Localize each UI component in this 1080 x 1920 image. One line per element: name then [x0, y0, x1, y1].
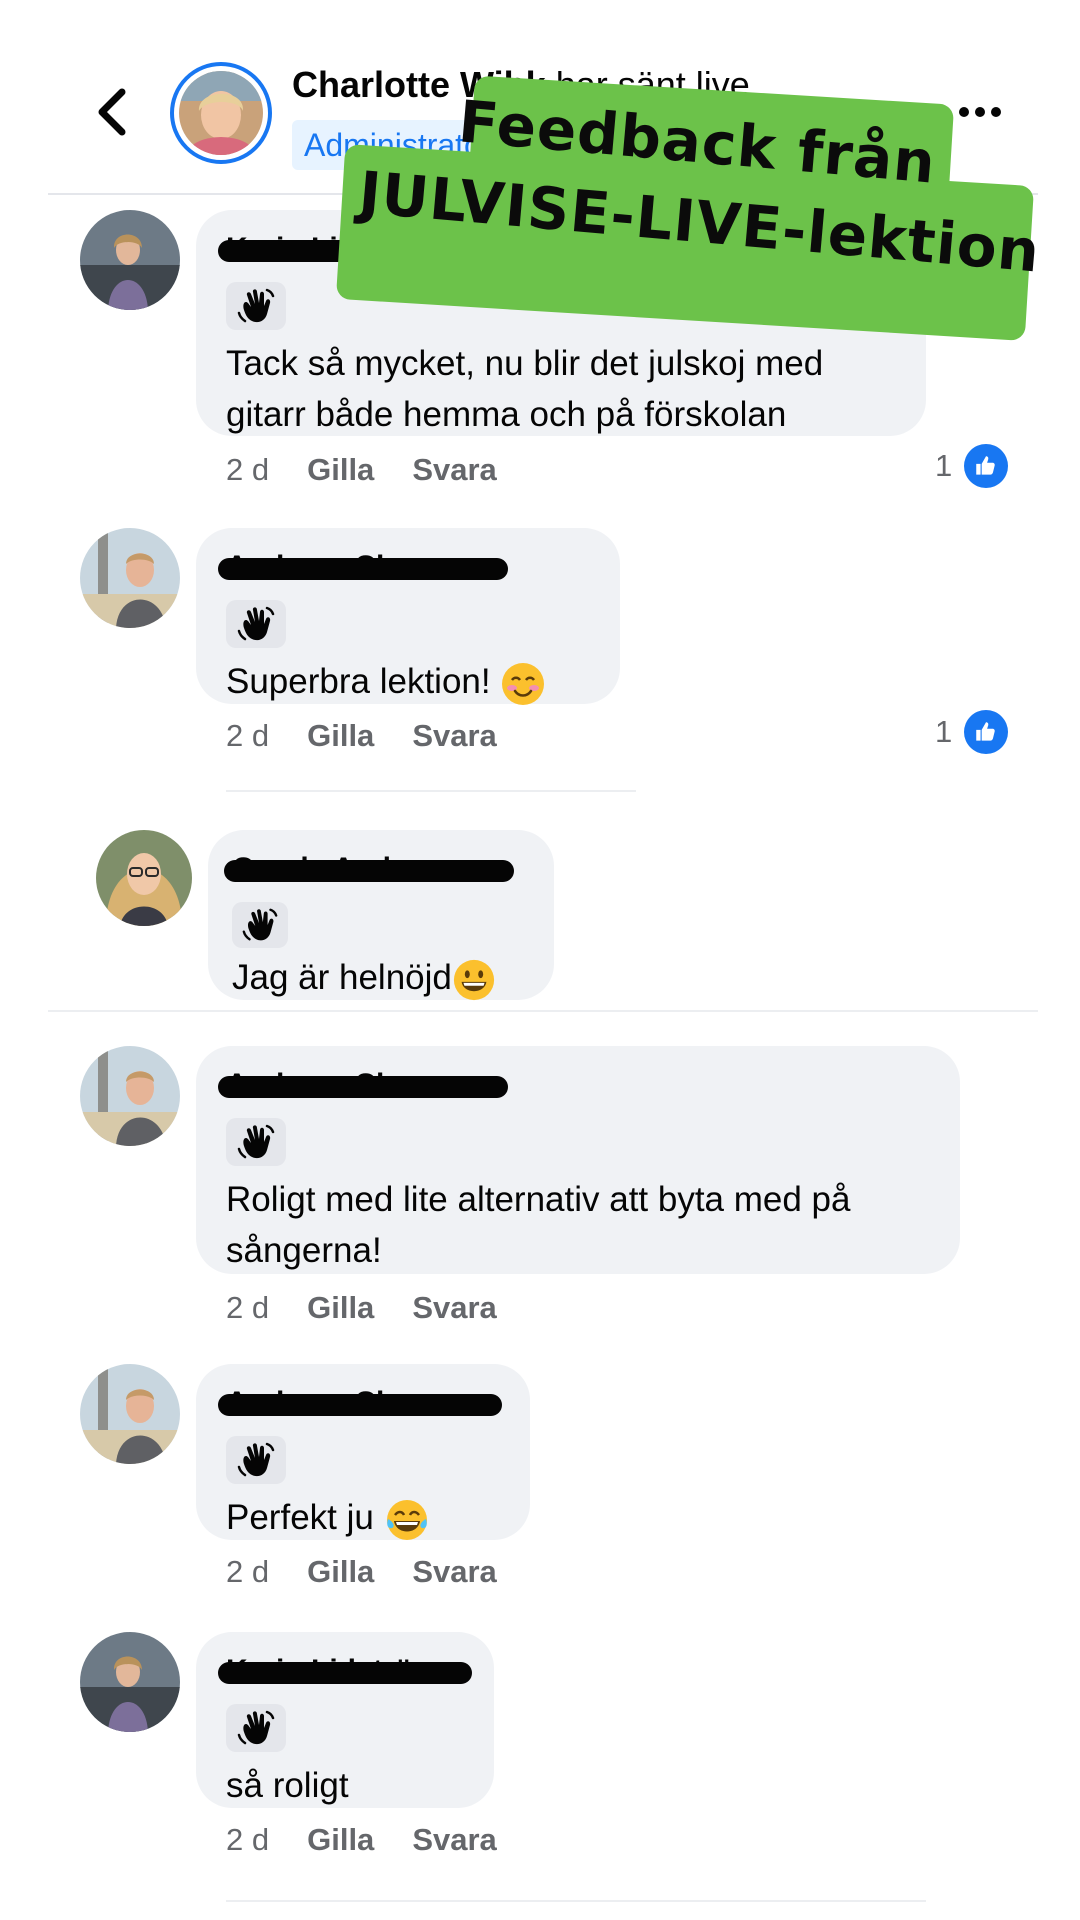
- like-button[interactable]: Gilla: [307, 1554, 374, 1589]
- waving-hand-badge-icon: [226, 1436, 286, 1484]
- waving-hand-badge-icon: [226, 1704, 286, 1752]
- comment-text: Perfekt ju: [226, 1492, 500, 1543]
- commenter-name-redacted[interactable]: Karin Lidström: [218, 1654, 472, 1694]
- comment-meta: 2 d Gilla Svara: [226, 718, 497, 754]
- comment-bubble[interactable]: Andreas Classon Perfekt ju: [196, 1364, 530, 1540]
- comment-bubble[interactable]: Karin Lidström så roligt: [196, 1632, 494, 1808]
- comment-bubble[interactable]: Andreas Classon Roligt med lite alternat…: [196, 1046, 960, 1274]
- more-options-button[interactable]: [950, 100, 1010, 124]
- comment-time: 2 d: [226, 452, 270, 487]
- waving-hand-badge-icon: [232, 902, 288, 948]
- comment-text: Superbra lektion!: [226, 656, 590, 707]
- commenter-name-redacted[interactable]: Andreas Classon: [218, 1068, 930, 1108]
- more-dots-icon: [959, 107, 1001, 117]
- comment-bubble[interactable]: Andreas Classon Superbra lektion!: [196, 528, 620, 707]
- like-button[interactable]: Gilla: [307, 1822, 374, 1857]
- reply-button[interactable]: Svara: [412, 452, 496, 487]
- reply-button[interactable]: Svara: [412, 1554, 496, 1589]
- avatar[interactable]: [80, 210, 180, 310]
- divider: [226, 790, 636, 792]
- comment-meta: 2 d Gilla Svara: [226, 1290, 497, 1326]
- grinning-emoji-icon: [453, 959, 494, 1000]
- reply-button[interactable]: Svara: [412, 1822, 496, 1857]
- comment-time: 2 d: [226, 718, 270, 753]
- like-button[interactable]: Gilla: [307, 1290, 374, 1325]
- reaction-count[interactable]: 1: [935, 710, 1009, 754]
- reply-button[interactable]: Svara: [412, 1290, 496, 1325]
- comment-text: Tack så mycket, nu blir det julskoj med …: [226, 344, 824, 434]
- waving-hand-badge-icon: [226, 1118, 286, 1166]
- author-avatar[interactable]: [170, 62, 272, 164]
- like-button[interactable]: Gilla: [307, 452, 374, 487]
- reaction-count[interactable]: 1: [935, 444, 1009, 488]
- commenter-name-redacted[interactable]: Andreas Classon: [218, 550, 590, 590]
- comment-bubble[interactable]: Carola Andersson Jag är helnöjd: [208, 830, 554, 1000]
- thumbs-up-icon: [964, 710, 1009, 754]
- avatar[interactable]: [96, 830, 192, 926]
- thumbs-up-icon: [964, 444, 1009, 488]
- comment-time: 2 d: [226, 1290, 270, 1325]
- comment-text: Jag är helnöjd: [232, 952, 530, 1003]
- reply-button[interactable]: Svara: [412, 718, 496, 753]
- comment-meta: 2 d Gilla Svara: [226, 1822, 497, 1858]
- commenter-name-redacted[interactable]: Andreas Classon: [218, 1386, 502, 1426]
- back-button[interactable]: [88, 86, 138, 138]
- comment-text: så roligt: [226, 1766, 349, 1805]
- comment-text: Roligt med lite alternativ att byta med …: [226, 1180, 851, 1270]
- comment-meta: 2 d Gilla Svara: [226, 1554, 497, 1590]
- comment-meta: 2 d Gilla Svara: [226, 452, 497, 488]
- comment-time: 2 d: [226, 1822, 270, 1857]
- chevron-left-icon: [98, 88, 126, 136]
- comment-time: 2 d: [226, 1554, 270, 1589]
- commenter-name-redacted[interactable]: Carola Andersson: [224, 852, 530, 892]
- like-button[interactable]: Gilla: [307, 718, 374, 753]
- waving-hand-badge-icon: [226, 282, 286, 330]
- divider: [48, 1010, 1038, 1012]
- avatar[interactable]: [80, 1364, 180, 1464]
- smiling-blush-emoji-icon: [502, 662, 545, 705]
- avatar[interactable]: [80, 1046, 180, 1146]
- avatar[interactable]: [80, 528, 180, 628]
- divider: [226, 1900, 926, 1902]
- waving-hand-badge-icon: [226, 600, 286, 648]
- reaction-number: 1: [935, 448, 953, 483]
- avatar[interactable]: [80, 1632, 180, 1732]
- tears-of-joy-emoji-icon: [386, 1499, 427, 1540]
- reaction-number: 1: [935, 714, 953, 749]
